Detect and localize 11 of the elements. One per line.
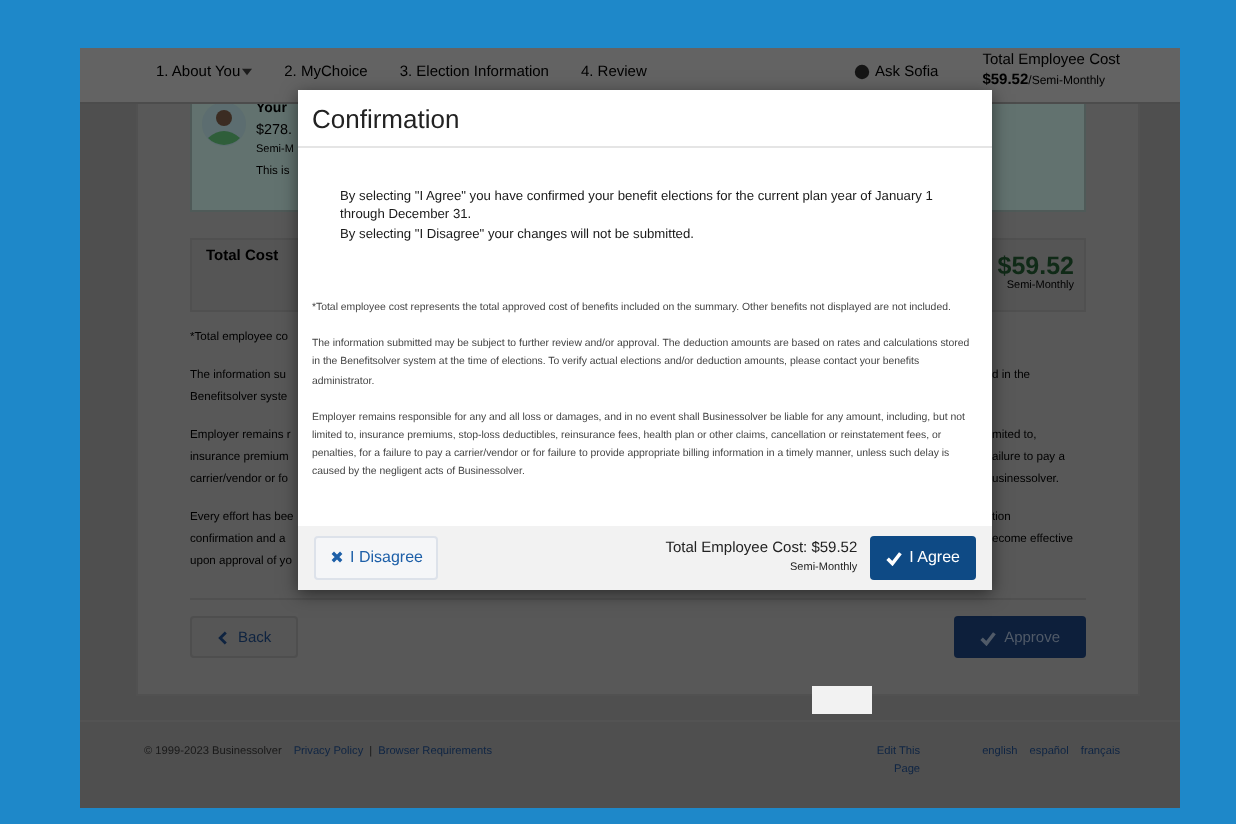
check-icon <box>885 549 902 566</box>
avatar-icon <box>202 102 246 146</box>
disagree-button[interactable]: I Disagree <box>314 535 439 580</box>
total-cost-amount: $59.52 <box>997 252 1074 280</box>
dialog-title: Confirmation <box>298 90 992 148</box>
blank-panel <box>812 686 872 714</box>
close-icon <box>330 550 344 565</box>
check-icon <box>980 629 997 645</box>
agree-button[interactable]: I Agree <box>869 535 976 580</box>
chevron-left-icon <box>216 629 230 645</box>
chat-icon <box>853 63 870 79</box>
